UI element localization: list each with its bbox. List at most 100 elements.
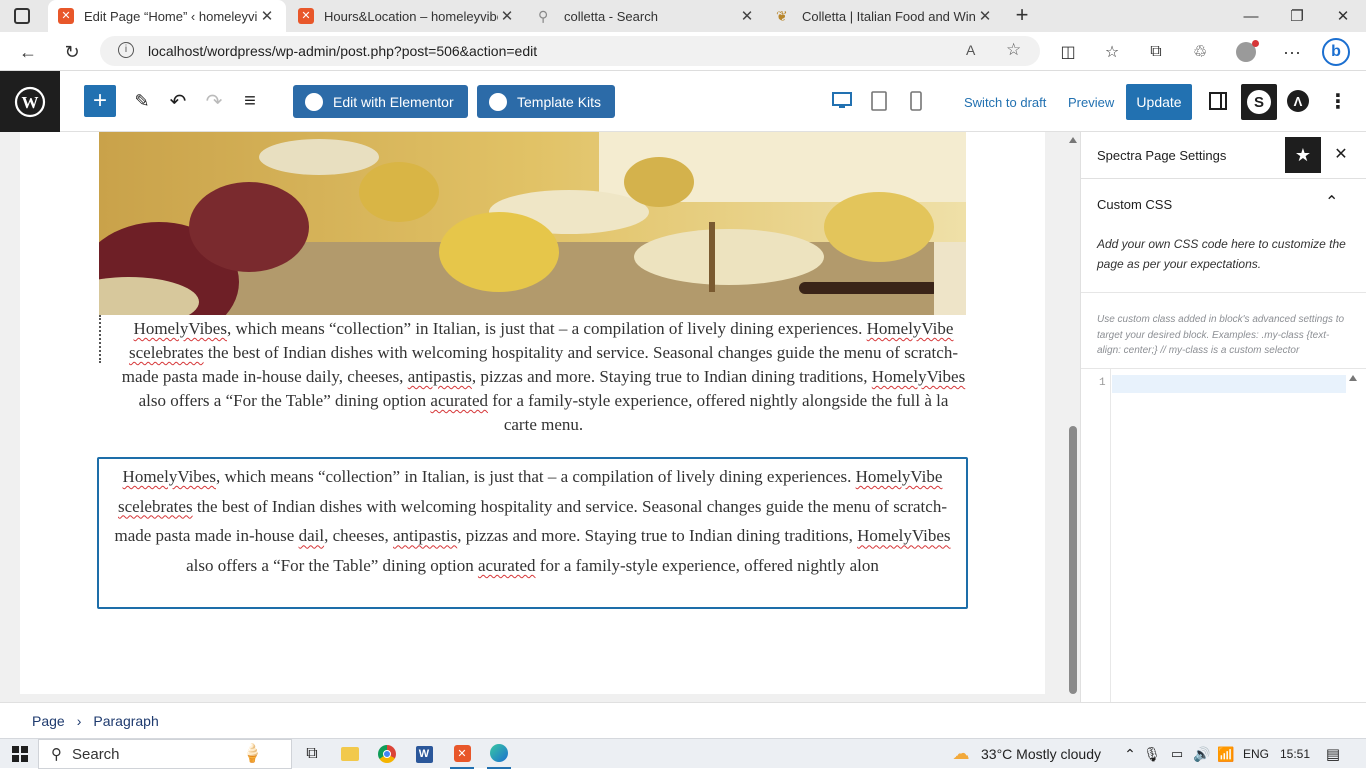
scroll-up-icon[interactable] [1349, 375, 1357, 381]
tab-close-icon[interactable]: ✕ [258, 7, 276, 25]
volume-icon[interactable]: 🔊 [1192, 739, 1212, 769]
tray-overflow-icon[interactable]: ⌃ [1120, 739, 1140, 769]
misspelled-word: HomelyVibes [857, 526, 951, 546]
svg-text:W: W [22, 93, 39, 112]
tab-close-icon[interactable]: ✕ [498, 7, 516, 25]
weather-cloud-icon[interactable]: ☁ [948, 739, 974, 769]
paragraph-text: , which means “collection” in Italian, i… [226, 319, 863, 338]
scrollbar-thumb[interactable] [1069, 426, 1077, 694]
editor-toolbar: W + ✎ ↶ ↷ ≡ Edit with Elementor Template… [0, 71, 1366, 132]
wordpress-logo-icon[interactable]: W [0, 71, 60, 132]
spectra-icon[interactable]: S [1241, 84, 1277, 120]
editor-scrollbar[interactable] [1067, 132, 1080, 702]
add-block-icon[interactable]: + [84, 85, 116, 117]
battery-icon[interactable]: ▭ [1167, 739, 1187, 769]
misspelled-word: antipastis [407, 367, 472, 386]
edit-with-elementor-button[interactable]: Edit with Elementor [293, 85, 468, 118]
desktop-preview-icon[interactable] [830, 89, 854, 113]
new-tab-icon[interactable]: + [1010, 4, 1034, 28]
extensions-icon[interactable]: ♲ [1186, 38, 1214, 66]
refresh-icon[interactable]: ↻ [58, 38, 86, 66]
tablet-preview-icon[interactable] [867, 89, 891, 113]
update-button[interactable]: Update [1126, 84, 1192, 120]
paragraph-text: also offers a “For the Table” dining opt… [138, 391, 431, 410]
editor-canvas: HomelyVibes, which means “collection” in… [20, 132, 1045, 694]
chevron-up-icon: ⌃ [1325, 194, 1339, 211]
document-overview-icon[interactable]: ≡ [236, 87, 264, 115]
close-sidebar-icon[interactable]: ✕ [1331, 144, 1351, 164]
tab-close-icon[interactable]: ✕ [976, 7, 994, 25]
paragraph-text: also offers a “For the Table” dining opt… [186, 556, 478, 576]
chrome-icon[interactable] [375, 739, 399, 769]
notifications-icon[interactable]: ▤ [1322, 739, 1344, 769]
scroll-up-icon[interactable] [1069, 137, 1077, 143]
tab-colletta-search[interactable]: ⚲ colletta - Search ✕ [528, 0, 766, 32]
microphone-icon[interactable]: 🎙 [1143, 739, 1161, 769]
css-code-editor[interactable]: 1 [1081, 368, 1366, 703]
switch-to-draft-button[interactable]: Switch to draft [964, 95, 1046, 110]
split-screen-icon[interactable]: ◫ [1054, 38, 1082, 66]
paragraph-block-1[interactable]: HomelyVibes, which means “collection” in… [120, 315, 967, 437]
edit-tools-icon[interactable]: ✎ [128, 87, 156, 115]
windows-start-icon[interactable] [6, 739, 34, 769]
misspelled-word: HomelyVibes [122, 467, 216, 486]
misspelled-word: HomelyVibes [871, 367, 966, 386]
breadcrumb-page[interactable]: Page [32, 713, 65, 729]
browser-tab-strip: ✕ Edit Page “Home” ‹ homeleyvibes ✕ ✕ Ho… [0, 0, 1366, 32]
info-icon[interactable]: i [118, 42, 134, 58]
word-icon[interactable]: W [412, 739, 436, 769]
custom-css-toggle[interactable]: Custom CSS ⌃ [1081, 180, 1366, 228]
redo-icon[interactable]: ↷ [200, 87, 228, 115]
paragraph-block-2-selected[interactable]: HomelyVibes, which means “collection” in… [97, 457, 968, 609]
restore-icon[interactable]: ❐ [1274, 0, 1320, 32]
block-drag-handle[interactable] [99, 315, 101, 363]
weather-text[interactable]: 33°C Mostly cloudy [981, 739, 1111, 769]
xampp-favicon-icon: ✕ [298, 8, 314, 24]
favorites-icon[interactable]: ☆ [1098, 38, 1126, 66]
search-label: Search [72, 745, 120, 763]
favorite-star-icon[interactable]: ☆ [1006, 40, 1021, 60]
template-kits-icon [489, 92, 507, 111]
restaurant-interior-image[interactable] [99, 132, 966, 315]
misspelled-word: scelebrates [118, 496, 193, 516]
bing-copilot-icon[interactable]: b [1322, 38, 1350, 66]
paragraph-text: , which means “collection” in Italian, i… [215, 467, 852, 486]
close-window-icon[interactable]: ✕ [1320, 0, 1366, 32]
xampp-icon[interactable]: ✕ [450, 739, 474, 769]
preview-button[interactable]: Preview [1068, 95, 1114, 110]
tab-actions-icon[interactable] [14, 8, 30, 24]
misspelled-word: HomelyVibes [133, 319, 227, 338]
tab-colletta-site[interactable]: ❦ Colletta | Italian Food and Wine in ✕ [766, 0, 1004, 32]
address-bar[interactable]: i localhost/wordpress/wp-admin/post.php?… [100, 36, 1040, 66]
settings-panel-icon[interactable] [1206, 89, 1230, 113]
options-menu-icon[interactable]: ⋮ [1328, 89, 1348, 113]
misspelled-word: HomelyVibe [866, 319, 954, 338]
task-view-icon[interactable]: ⧉ [300, 739, 324, 769]
clock[interactable]: 15:51 [1272, 739, 1318, 769]
tab-title: Edit Page “Home” ‹ homeleyvibes [84, 8, 258, 24]
mobile-preview-icon[interactable] [904, 89, 928, 113]
tab-edit-page[interactable]: ✕ Edit Page “Home” ‹ homeleyvibes ✕ [48, 0, 286, 32]
block-breadcrumb: Page › Paragraph [0, 702, 1366, 738]
tab-hours-location[interactable]: ✕ Hours&Location – homeleyvibes ✕ [288, 0, 526, 32]
template-kits-button[interactable]: Template Kits [477, 85, 616, 118]
active-line[interactable] [1112, 375, 1346, 393]
minimize-icon[interactable]: — [1228, 0, 1274, 32]
undo-icon[interactable]: ↶ [164, 87, 192, 115]
collections-icon[interactable]: ⧉ [1142, 38, 1170, 66]
taskbar-search[interactable]: ⚲ Search 🍦 [38, 739, 292, 769]
breadcrumb-paragraph[interactable]: Paragraph [93, 713, 158, 729]
astra-icon[interactable]: Λ [1286, 89, 1310, 113]
pin-star-icon[interactable]: ★ [1285, 137, 1321, 173]
more-menu-icon[interactable]: ··· [1278, 38, 1306, 66]
language-indicator[interactable]: ENG [1240, 739, 1272, 769]
paragraph-block-2[interactable]: HomelyVibes, which means “collection” in… [99, 459, 966, 581]
file-explorer-icon[interactable] [338, 739, 362, 769]
read-aloud-icon[interactable]: A [966, 42, 975, 58]
profile-avatar[interactable] [1232, 38, 1260, 66]
wifi-icon[interactable]: 📶 [1216, 739, 1236, 769]
back-icon[interactable]: ← [14, 38, 42, 66]
edge-icon[interactable] [487, 739, 511, 769]
tab-close-icon[interactable]: ✕ [738, 7, 756, 25]
paragraph-text: for a family-style experience, offered n… [488, 391, 949, 434]
